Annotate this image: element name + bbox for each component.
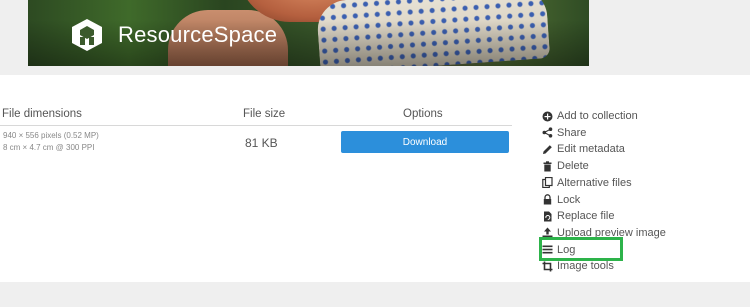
plus-circle-icon bbox=[542, 111, 553, 122]
action-label: Alternative files bbox=[557, 176, 632, 189]
action-alternative-files[interactable]: Alternative files bbox=[542, 175, 712, 191]
header-options: Options bbox=[403, 108, 443, 120]
share-icon bbox=[542, 127, 553, 138]
action-label: Share bbox=[557, 126, 587, 139]
action-label: Replace file bbox=[557, 210, 615, 223]
resourcespace-logo-icon bbox=[72, 19, 102, 51]
resource-panel: File dimensions File size Options 940 × … bbox=[0, 75, 750, 282]
replace-file-icon bbox=[542, 211, 553, 222]
brand-name: ResourceSpace bbox=[118, 22, 277, 48]
header-file-dimensions: File dimensions bbox=[2, 108, 82, 120]
print-dimensions: 8 cm × 4.7 cm @ 300 PPI bbox=[3, 143, 95, 152]
trash-icon bbox=[542, 160, 553, 172]
action-label: Delete bbox=[557, 160, 589, 173]
highlight-box bbox=[539, 237, 623, 261]
action-replace-file[interactable]: Replace file bbox=[542, 208, 712, 224]
header-file-size: File size bbox=[243, 108, 286, 120]
brand-name-part-1: Resource bbox=[118, 22, 214, 47]
action-label: Edit metadata bbox=[557, 143, 625, 156]
action-share[interactable]: Share bbox=[542, 125, 712, 141]
action-label: Add to collection bbox=[557, 110, 638, 122]
brand-name-part-2: Space bbox=[213, 22, 278, 47]
table-divider bbox=[0, 125, 512, 126]
preview-image: ResourceSpace bbox=[28, 0, 589, 66]
pixel-dimensions: 940 × 556 pixels (0.52 MP) bbox=[3, 131, 99, 140]
file-size-value: 81 KB bbox=[245, 136, 278, 150]
action-add-to-collection[interactable]: Add to collection bbox=[542, 108, 712, 124]
pencil-icon bbox=[542, 144, 553, 155]
files-icon bbox=[542, 177, 553, 189]
crop-icon bbox=[542, 261, 553, 272]
action-edit-metadata[interactable]: Edit metadata bbox=[542, 141, 712, 157]
action-lock[interactable]: Lock bbox=[542, 192, 712, 208]
action-label: Lock bbox=[557, 193, 581, 206]
download-button[interactable]: Download bbox=[341, 131, 509, 153]
action-delete[interactable]: Delete bbox=[542, 158, 712, 174]
lock-icon bbox=[542, 194, 553, 205]
brand-logo[interactable]: ResourceSpace bbox=[70, 18, 277, 52]
action-label: Image tools bbox=[557, 260, 614, 273]
preview-strip: ResourceSpace bbox=[0, 0, 750, 75]
